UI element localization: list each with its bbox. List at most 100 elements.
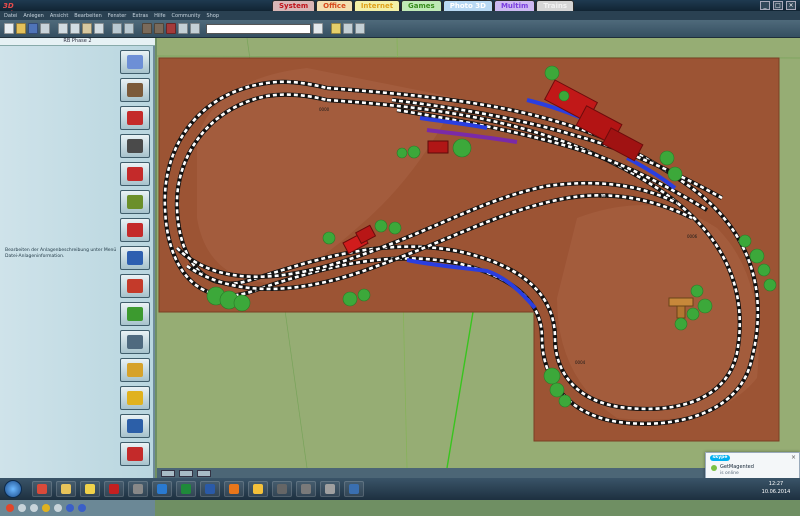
word-icon — [205, 484, 215, 494]
tree — [686, 307, 700, 321]
chrome-taskbar-button[interactable] — [32, 481, 52, 497]
selection-icon[interactable] — [190, 23, 200, 34]
people-icon — [127, 251, 143, 265]
dropdown-icon[interactable] — [313, 23, 323, 34]
status-field[interactable] — [197, 469, 211, 477]
start-button[interactable] — [4, 480, 22, 498]
status-field[interactable] — [179, 469, 193, 477]
close-button[interactable]: × — [786, 1, 796, 10]
tab-system[interactable]: System — [272, 0, 316, 11]
new-file-icon[interactable] — [4, 23, 14, 34]
train-app-icon — [301, 484, 311, 494]
track-red-tool-button[interactable] — [120, 106, 150, 130]
sun-taskbar-button[interactable] — [248, 481, 268, 497]
box-tool-button[interactable] — [120, 386, 150, 410]
object-panel: RB Phase 2 Bearbeiten der Anlagenbeschre… — [0, 38, 155, 516]
filezilla-icon — [109, 484, 119, 494]
track-tool-icon[interactable] — [142, 23, 152, 34]
clock-date: 10.06.2014 — [761, 489, 791, 495]
system-clock[interactable]: 12:27 10.06.2014 — [756, 480, 796, 496]
tab-office[interactable]: Office — [316, 0, 353, 11]
menu-bearbeiten[interactable]: Bearbeiten — [74, 13, 101, 19]
cut-icon[interactable] — [58, 23, 68, 34]
menu-datei[interactable]: Datei — [4, 13, 17, 19]
people-tool-button[interactable] — [120, 246, 150, 270]
folder-taskbar-button[interactable] — [56, 481, 76, 497]
water-tool-button[interactable] — [120, 414, 150, 438]
copy-icon[interactable] — [70, 23, 80, 34]
word-taskbar-button[interactable] — [200, 481, 220, 497]
close-icon[interactable]: × — [791, 454, 796, 461]
landscape-tool-button[interactable] — [120, 330, 150, 354]
road-red-tool-button[interactable] — [120, 162, 150, 186]
menu-anlegen[interactable]: Anlegen — [23, 13, 43, 19]
3d-app-taskbar-button[interactable] — [344, 481, 364, 497]
sign-post-tool-button[interactable] — [120, 358, 150, 382]
menu-fenster[interactable]: Fenster — [108, 13, 127, 19]
tools-taskbar-button[interactable] — [320, 481, 340, 497]
tab-trains[interactable]: Trains — [536, 0, 575, 11]
tree — [388, 221, 402, 235]
tool-column — [116, 48, 154, 468]
3d-app-icon — [349, 484, 359, 494]
tree — [763, 278, 777, 292]
rotate-icon[interactable] — [18, 504, 26, 512]
tree-tool-button[interactable] — [120, 302, 150, 326]
tab-multim[interactable]: Multim — [493, 0, 536, 11]
road-tool-button[interactable] — [120, 134, 150, 158]
tab-internet[interactable]: Internet — [353, 0, 401, 11]
signal-tool-button[interactable] — [120, 190, 150, 214]
landscape-icon — [127, 335, 143, 349]
photoshop-taskbar-button[interactable] — [152, 481, 172, 497]
tools-icon — [325, 484, 335, 494]
menu-shop[interactable]: Shop — [206, 13, 219, 19]
open-folder-icon[interactable] — [16, 23, 26, 34]
zoom-in-icon[interactable] — [66, 504, 74, 512]
measure-tool-icon[interactable] — [54, 504, 62, 512]
zoom-out-icon[interactable] — [78, 504, 86, 512]
undo-icon[interactable] — [112, 23, 122, 34]
menu-hilfe[interactable]: Hilfe — [154, 13, 165, 19]
menu-ansicht[interactable]: Ansicht — [50, 13, 68, 19]
firefox-taskbar-button[interactable] — [224, 481, 244, 497]
view-cube-tool-button[interactable] — [120, 50, 150, 74]
paint-taskbar-button[interactable] — [80, 481, 100, 497]
measure-icon[interactable] — [355, 23, 365, 34]
game-controller-icon — [133, 484, 143, 494]
flag-icon[interactable] — [178, 23, 188, 34]
tab-games[interactable]: Games — [401, 0, 442, 11]
train-icon[interactable] — [166, 23, 176, 34]
save-icon[interactable] — [28, 23, 38, 34]
small-building — [427, 140, 449, 154]
maximize-button[interactable]: □ — [773, 1, 783, 10]
search-input[interactable] — [206, 23, 311, 34]
zoom-icon[interactable] — [343, 23, 353, 34]
redo-icon[interactable] — [124, 23, 134, 34]
print-icon[interactable] — [40, 23, 50, 34]
magnet-icon[interactable] — [30, 504, 38, 512]
game-controller-taskbar-button[interactable] — [128, 481, 148, 497]
layout-canvas[interactable]: 0000 0005 0006 0004 — [157, 38, 800, 468]
film-taskbar-button[interactable] — [272, 481, 292, 497]
house-tool-button[interactable] — [120, 274, 150, 298]
pencil-icon[interactable] — [42, 504, 50, 512]
menu-extras[interactable]: Extras — [132, 13, 148, 19]
palette-icon[interactable] — [6, 504, 14, 512]
paste-icon[interactable] — [82, 23, 92, 34]
minimize-button[interactable]: _ — [760, 1, 770, 10]
signal-red-tool-button[interactable] — [120, 218, 150, 242]
menu-community[interactable]: Community — [172, 13, 201, 19]
delete-icon[interactable] — [94, 23, 104, 34]
status-field[interactable] — [161, 469, 175, 477]
tab-photo-3d[interactable]: Photo 3D — [442, 0, 493, 11]
tree — [452, 138, 472, 158]
excel-taskbar-button[interactable] — [176, 481, 196, 497]
track-tool-button[interactable] — [120, 78, 150, 102]
train-app-taskbar-button[interactable] — [296, 481, 316, 497]
track-tool-icon-2[interactable] — [154, 23, 164, 34]
title-bar: 3D Mb.Pro SystemOfficeInternetGamesPhoto… — [0, 0, 800, 18]
filezilla-taskbar-button[interactable] — [104, 481, 124, 497]
edit-icon[interactable] — [331, 23, 341, 34]
water-red-tool-button[interactable] — [120, 442, 150, 466]
skype-notification[interactable]: skype × GetMagented is online — [705, 452, 800, 480]
